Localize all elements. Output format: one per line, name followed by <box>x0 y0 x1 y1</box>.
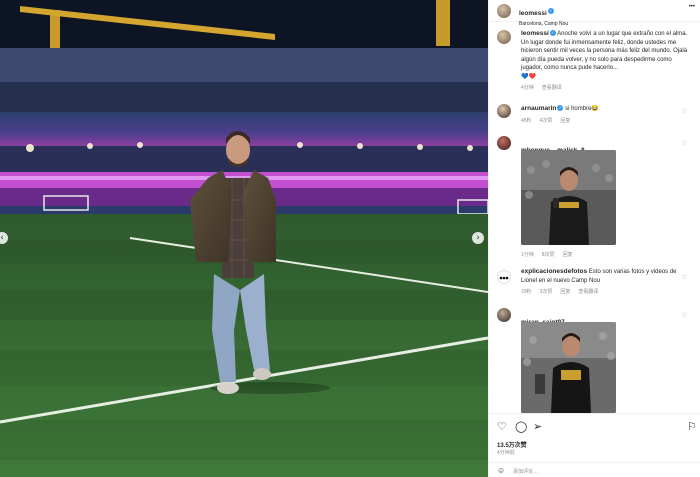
comment-like-icon[interactable]: ♡ <box>682 108 687 115</box>
post-actions: ♡ ◯ ➢ ⚐ 13.5万次赞 4分钟前 ☺ 添加评论… <box>489 413 700 477</box>
caption-username[interactable]: leomessi <box>521 30 549 37</box>
location-link[interactable]: Barcelona, Camp Nou <box>519 21 568 27</box>
caption-text: Anoche volví a un lugar que extraño con … <box>521 31 688 71</box>
next-photo-button[interactable]: › <box>472 232 484 244</box>
caption-avatar[interactable] <box>497 30 511 44</box>
bookmark-icon[interactable]: ⚐ <box>687 420 697 433</box>
comment-image[interactable] <box>521 322 616 413</box>
verified-icon: ✓ <box>549 30 556 37</box>
reply-button[interactable]: 回复 <box>560 118 570 124</box>
commenter-avatar[interactable] <box>497 308 511 322</box>
caption-translate-link[interactable]: 查看翻译 <box>542 85 562 91</box>
post-photo[interactable]: ‹ › <box>0 0 488 477</box>
comment-time: 29秒 <box>521 289 532 295</box>
author-username[interactable]: leomessi <box>519 10 547 17</box>
commenter-avatar[interactable] <box>497 136 511 150</box>
comment-likes[interactable]: 8次赞 <box>542 252 555 258</box>
comment-photo-messi-2 <box>521 322 616 413</box>
verified-icon: ✓ <box>557 105 564 112</box>
comment-photo-messi <box>521 150 616 245</box>
commenter-avatar[interactable] <box>497 104 511 118</box>
stadium-scene <box>0 0 488 477</box>
post-side-panel: leomessi ✓ Barcelona, Camp Nou ••• leomes… <box>488 0 700 477</box>
comment-image[interactable] <box>521 150 616 245</box>
author-avatar[interactable] <box>497 4 511 18</box>
comment-text: si hombre😂 <box>565 106 599 112</box>
commenter-avatar[interactable] <box>497 270 511 284</box>
reply-button[interactable]: 回复 <box>560 289 570 295</box>
post-time: 4分钟前 <box>497 450 515 456</box>
add-comment-bar: ☺ 添加评论… <box>489 462 700 477</box>
comment-likes[interactable]: 3次赞 <box>540 289 553 295</box>
caption-emojis: 💙❤️ <box>521 73 536 80</box>
emoji-icon[interactable]: ☺ <box>497 466 505 475</box>
caption-time: 4分钟 <box>521 85 534 91</box>
more-options-icon[interactable]: ••• <box>689 4 695 10</box>
comment-time: 45秒 <box>521 117 532 124</box>
comment-like-icon[interactable]: ♡ <box>682 312 687 319</box>
commenter-username[interactable]: arnaumarin <box>521 105 556 112</box>
translate-link[interactable]: 查看翻译 <box>578 289 598 295</box>
comment-icon[interactable]: ◯ <box>515 420 527 433</box>
add-comment-input[interactable]: 添加评论… <box>513 468 538 475</box>
comment-time: 1分钟 <box>521 252 534 258</box>
comment-like-icon[interactable]: ♡ <box>682 274 687 281</box>
likes-count[interactable]: 13.5万次赞 <box>497 440 527 449</box>
post-header: leomessi ✓ Barcelona, Camp Nou ••• <box>489 0 700 27</box>
heart-icon[interactable]: ♡ <box>497 420 507 433</box>
reply-button[interactable]: 回复 <box>563 252 573 258</box>
comment-likes[interactable]: 4次赞 <box>540 118 553 124</box>
comment-like-icon[interactable]: ♡ <box>682 140 687 147</box>
paper-plane-icon[interactable]: ➢ <box>533 420 542 433</box>
verified-icon: ✓ <box>547 7 554 14</box>
dots-logo-icon <box>499 276 509 280</box>
commenter-username[interactable]: explicacionesdefotos <box>521 268 587 275</box>
